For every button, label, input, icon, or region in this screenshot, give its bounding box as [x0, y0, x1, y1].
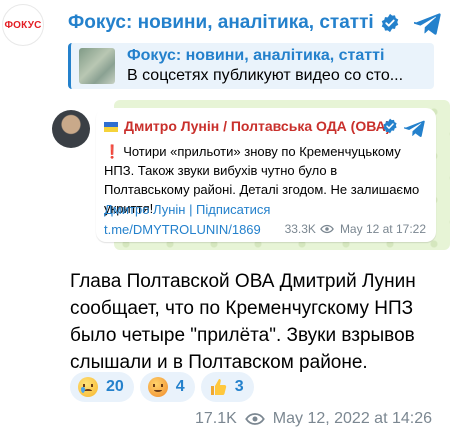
- reaction-crying-count: 20: [106, 378, 124, 395]
- embed-meta: 33.3K May 12 at 17:22: [285, 222, 426, 236]
- reaction-exploding-head-count: 4: [175, 378, 185, 395]
- embed-author-avatar[interactable]: [52, 110, 90, 148]
- reply-preview[interactable]: Фокус: новини, аналітика, статті В соцсе…: [68, 43, 434, 89]
- reply-thumbnail: [79, 48, 115, 84]
- reaction-exploding-head[interactable]: 4: [139, 372, 195, 402]
- reply-title: Фокус: новини, аналітика, статті: [127, 47, 385, 64]
- exclamation-icon: ❗: [104, 144, 121, 159]
- crying-face-icon: [78, 377, 98, 397]
- exploding-head-icon: [147, 377, 168, 397]
- telegram-logo-icon[interactable]: [414, 10, 442, 36]
- ukraine-flag-icon: [104, 122, 118, 132]
- reaction-crying[interactable]: 20: [70, 372, 134, 402]
- channel-avatar-logo-text: ФОКУС: [4, 19, 42, 31]
- verified-badge-icon: [381, 13, 398, 33]
- reaction-thumbs-up-count: 3: [234, 378, 244, 395]
- message-text: Глава Полтавской ОВА Дмитрий Лунин сообщ…: [70, 271, 416, 373]
- post-footer: 17.1K May 12, 2022 at 14:26: [195, 410, 432, 428]
- reactions-bar: 20 4 3: [70, 372, 260, 402]
- channel-avatar[interactable]: ФОКУС: [2, 4, 44, 46]
- post-card: Фокус: новини, аналітика, статті Фокус: …: [52, 0, 450, 447]
- embedded-post: Дмитро Лунін / Полтавська ОДА (ОВА) ❗ Чот…: [52, 100, 450, 250]
- embed-subscribe-link[interactable]: Дмитро Лунін | Підписатися: [104, 202, 270, 217]
- channel-name-link[interactable]: Фокус: новини, аналітика, статті: [68, 12, 374, 34]
- thumbs-up-icon: [210, 379, 226, 395]
- embed-views-eye-icon: [320, 224, 334, 234]
- embed-author-name[interactable]: Дмитро Лунін / Полтавська ОДА (ОВА): [124, 118, 390, 134]
- embed-post-link[interactable]: t.me/DMYTROLUNIN/1869: [104, 222, 261, 237]
- embed-date: May 12 at 17:22: [339, 222, 426, 236]
- post-date-link[interactable]: May 12, 2022 at 14:26: [273, 410, 432, 428]
- embed-telegram-logo-icon[interactable]: [404, 118, 426, 138]
- embed-bubble: Дмитро Лунін / Полтавська ОДА (ОВА) ❗ Чот…: [96, 108, 436, 242]
- post-header: Фокус: новини, аналітика, статті: [68, 8, 442, 38]
- views-count: 17.1K: [194, 410, 237, 427]
- views-eye-icon: [244, 413, 265, 425]
- reaction-thumbs-up[interactable]: 3: [200, 372, 254, 402]
- reply-snippet: В соцсетях публикуют видео со сто...: [127, 67, 404, 84]
- embed-views-count: 33.3K: [284, 222, 316, 236]
- embed-verified-badge-icon: [383, 118, 397, 134]
